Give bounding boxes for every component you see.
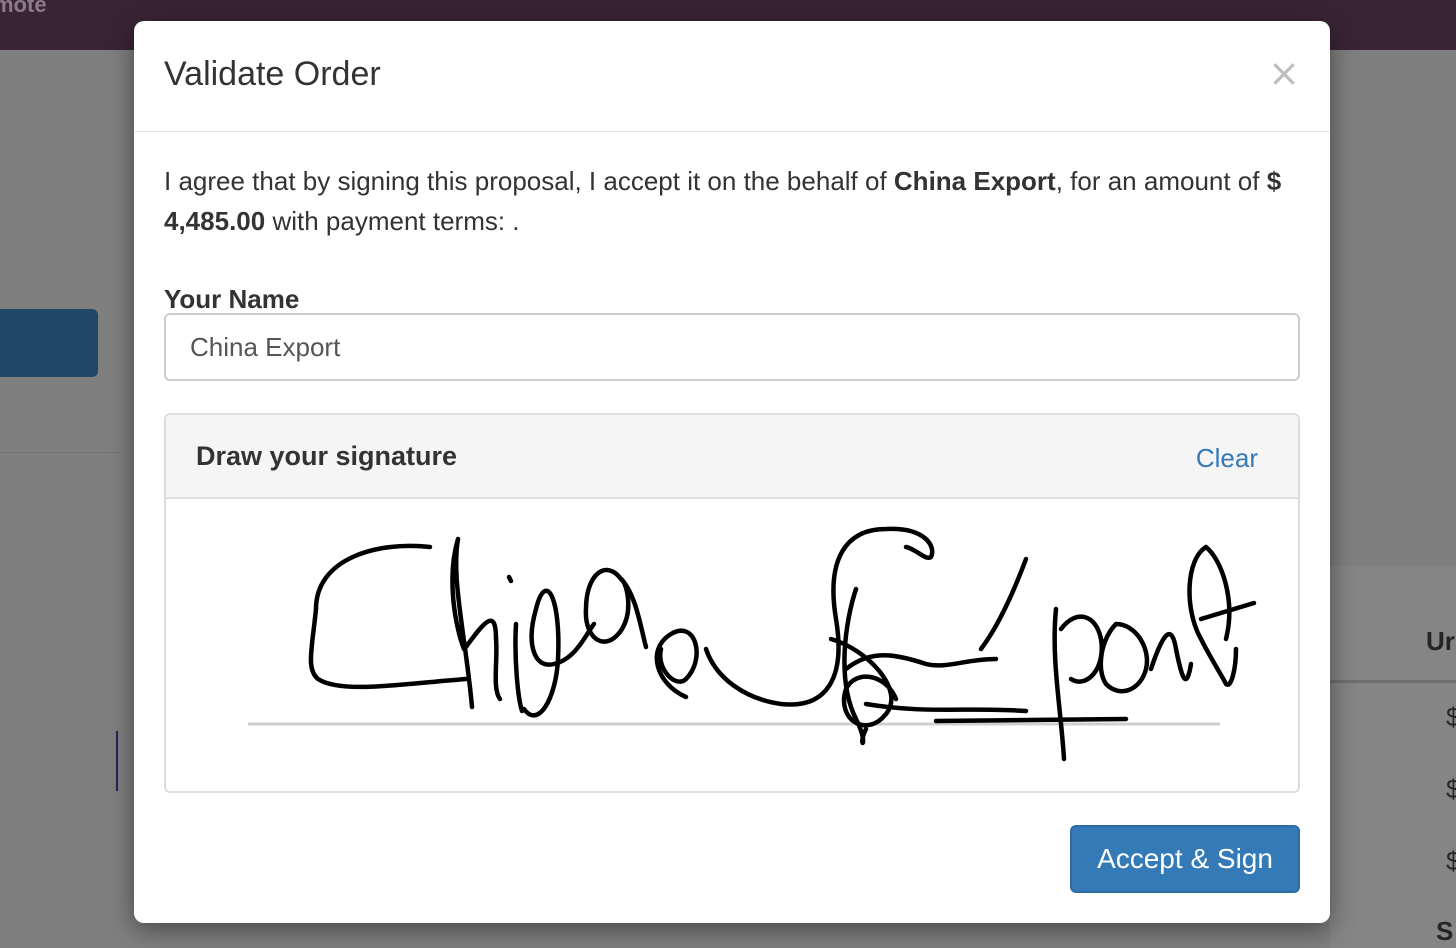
background-divider: [0, 452, 120, 453]
company-name: China Export: [893, 166, 1056, 196]
agreement-middle: , for an amount of: [1055, 166, 1267, 196]
clear-signature-link[interactable]: Clear: [1196, 443, 1258, 474]
background-accent-line: [116, 731, 118, 791]
signature-heading: Draw your signature Clear: [166, 415, 1298, 499]
signature-title: Draw your signature: [196, 441, 458, 471]
table-footer-cell: S: [1436, 916, 1454, 946]
signature-canvas[interactable]: [166, 499, 1298, 791]
validate-order-modal: Validate Order × I agree that by signing…: [134, 21, 1330, 923]
agreement-text: I agree that by signing this proposal, I…: [164, 161, 1294, 241]
table-header-rule: [1330, 680, 1456, 683]
table-cell: $: [1446, 702, 1456, 732]
modal-header: Validate Order ×: [134, 21, 1330, 132]
background-button: [0, 309, 98, 377]
background-order-table: Ur $ $ $ S: [1330, 566, 1456, 948]
name-input[interactable]: [164, 313, 1300, 381]
agreement-suffix: with payment terms: .: [265, 206, 520, 236]
agreement-prefix: I agree that by signing this proposal, I…: [164, 166, 894, 196]
signature-panel: Draw your signature Clear: [164, 413, 1300, 793]
table-header-cell: Ur: [1426, 626, 1455, 656]
modal-title: Validate Order: [164, 55, 381, 93]
table-cell: $: [1446, 774, 1456, 804]
name-label: Your Name: [164, 284, 300, 314]
table-cell: $: [1446, 846, 1456, 876]
accept-and-sign-button[interactable]: Accept & Sign: [1070, 825, 1300, 893]
brand-text: mote: [0, 0, 47, 17]
close-icon[interactable]: ×: [1268, 54, 1300, 92]
